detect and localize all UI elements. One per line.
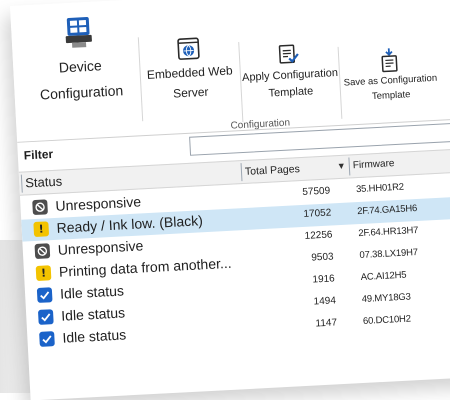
column-divider	[348, 157, 350, 175]
device-configuration-label-1: Device	[25, 56, 136, 78]
row-firmware: 35.HH01R2	[356, 182, 404, 195]
warning-icon: !	[36, 265, 52, 281]
ribbon-toolbar: Device Configuration Embedded Web Server	[10, 0, 450, 132]
column-header-total-pages[interactable]: Total Pages	[245, 163, 300, 178]
idle-check-icon	[37, 287, 53, 303]
save-template-icon	[378, 48, 401, 73]
row-total-pages: 9503	[278, 251, 334, 265]
row-firmware: AC.AI12H5	[360, 270, 406, 283]
embedded-web-server-label-2: Server	[143, 84, 240, 103]
save-as-configuration-template-button[interactable]: Save as Configuration Template	[339, 46, 442, 105]
filter-label: Filter	[23, 147, 53, 163]
row-status: Idle status	[61, 304, 126, 323]
sort-descending-icon[interactable]: ▼	[337, 161, 346, 171]
row-status: Idle status	[60, 282, 125, 301]
idle-check-icon	[38, 309, 54, 325]
row-status: Idle status	[62, 326, 127, 345]
column-divider	[21, 175, 23, 193]
embedded-web-server-icon	[176, 36, 201, 61]
column-header-status[interactable]: Status	[25, 174, 63, 191]
embedded-web-server-label-1: Embedded Web	[141, 64, 238, 83]
device-configuration-icon	[63, 16, 95, 50]
row-firmware: 60.DC10H2	[363, 313, 411, 326]
column-divider	[241, 163, 243, 181]
save-as-configuration-label-2: Template	[341, 88, 441, 104]
unresponsive-icon	[34, 243, 50, 259]
row-firmware: 2F.74.GA15H6	[357, 203, 417, 217]
apply-template-icon	[276, 43, 301, 66]
row-status: Ready / Ink low. (Black)	[56, 212, 203, 236]
app-window: Device Configuration Embedded Web Server	[10, 0, 450, 400]
row-total-pages: 57509	[275, 186, 331, 200]
save-as-configuration-label-1: Save as Configuration	[340, 74, 440, 90]
device-configuration-label-2: Configuration	[26, 82, 137, 104]
row-total-pages: 12256	[277, 229, 333, 243]
embedded-web-server-button[interactable]: Embedded Web Server	[140, 34, 239, 103]
row-total-pages: 1147	[282, 317, 338, 331]
row-firmware: 07.38.LX19H7	[359, 247, 418, 261]
row-total-pages: 1494	[281, 295, 337, 309]
row-total-pages: 17052	[276, 207, 332, 221]
idle-check-icon	[39, 331, 55, 347]
column-header-firmware[interactable]: Firmware	[353, 158, 395, 171]
warning-icon: !	[33, 221, 49, 237]
device-configuration-button[interactable]: Device Configuration	[23, 14, 137, 104]
row-firmware: 49.MY18G3	[362, 291, 411, 305]
apply-configuration-label-1: Apply Configuration	[242, 67, 339, 85]
row-status: Unresponsive	[55, 193, 141, 213]
apply-configuration-label-2: Template	[243, 84, 340, 102]
row-total-pages: 1916	[280, 273, 336, 287]
row-status: Unresponsive	[57, 237, 143, 257]
row-firmware: 2F.64.HR13H7	[358, 225, 418, 239]
apply-configuration-template-button[interactable]: Apply Configuration Template	[240, 41, 339, 101]
unresponsive-icon	[32, 199, 48, 215]
